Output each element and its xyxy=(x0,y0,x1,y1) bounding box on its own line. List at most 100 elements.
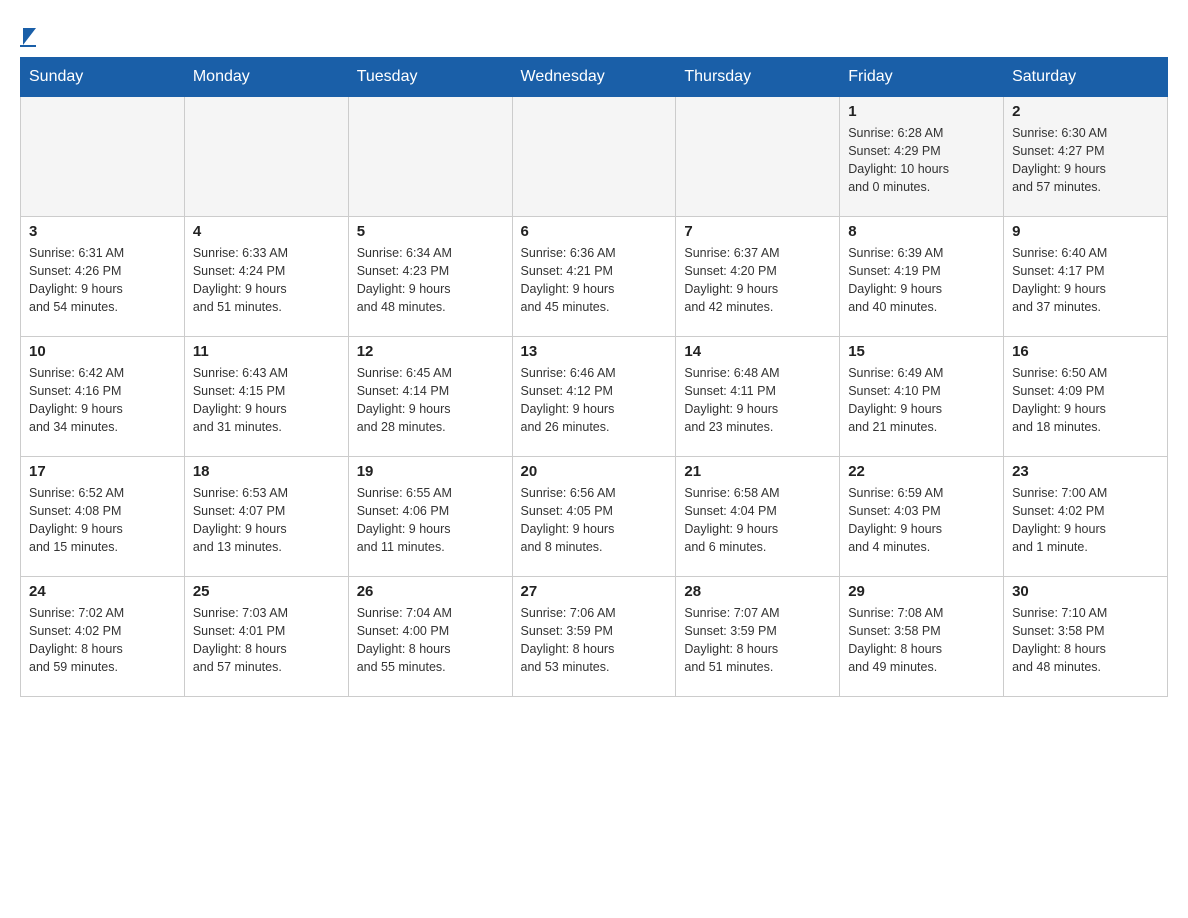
day-number: 12 xyxy=(357,343,504,360)
logo-blue-text xyxy=(20,45,36,47)
day-number: 15 xyxy=(848,343,995,360)
day-number: 25 xyxy=(193,583,340,600)
day-number: 7 xyxy=(684,223,831,240)
day-number: 2 xyxy=(1012,103,1159,120)
day-info: Sunrise: 6:55 AM Sunset: 4:06 PM Dayligh… xyxy=(357,484,504,557)
calendar-cell xyxy=(512,97,676,217)
day-info: Sunrise: 6:40 AM Sunset: 4:17 PM Dayligh… xyxy=(1012,244,1159,317)
day-number: 17 xyxy=(29,463,176,480)
calendar-header-row: SundayMondayTuesdayWednesdayThursdayFrid… xyxy=(21,58,1168,97)
header-monday: Monday xyxy=(184,58,348,97)
day-info: Sunrise: 6:58 AM Sunset: 4:04 PM Dayligh… xyxy=(684,484,831,557)
calendar-cell: 4 Sunrise: 6:33 AM Sunset: 4:24 PM Daylig… xyxy=(184,217,348,337)
day-info: Sunrise: 7:00 AM Sunset: 4:02 PM Dayligh… xyxy=(1012,484,1159,557)
logo-arrow-icon xyxy=(23,28,36,45)
day-info: Sunrise: 6:49 AM Sunset: 4:10 PM Dayligh… xyxy=(848,364,995,437)
day-number: 30 xyxy=(1012,583,1159,600)
day-number: 5 xyxy=(357,223,504,240)
calendar-cell: 16 Sunrise: 6:50 AM Sunset: 4:09 PM Dayli… xyxy=(1004,337,1168,457)
day-number: 24 xyxy=(29,583,176,600)
calendar-cell xyxy=(184,97,348,217)
day-number: 4 xyxy=(193,223,340,240)
day-number: 9 xyxy=(1012,223,1159,240)
day-info: Sunrise: 6:52 AM Sunset: 4:08 PM Dayligh… xyxy=(29,484,176,557)
calendar-cell: 14Sunrise: 6:48 AM Sunset: 4:11 PM Dayli… xyxy=(676,337,840,457)
header-saturday: Saturday xyxy=(1004,58,1168,97)
calendar-week-1: 3Sunrise: 6:31 AM Sunset: 4:26 PM Daylig… xyxy=(21,217,1168,337)
day-info: Sunrise: 6:36 AM Sunset: 4:21 PM Dayligh… xyxy=(521,244,668,317)
calendar-cell: 18Sunrise: 6:53 AM Sunset: 4:07 PM Dayli… xyxy=(184,457,348,577)
calendar-cell: 8Sunrise: 6:39 AM Sunset: 4:19 PM Daylig… xyxy=(840,217,1004,337)
calendar-cell: 7Sunrise: 6:37 AM Sunset: 4:20 PM Daylig… xyxy=(676,217,840,337)
day-info: Sunrise: 7:08 AM Sunset: 3:58 PM Dayligh… xyxy=(848,604,995,677)
logo xyxy=(20,20,36,47)
day-number: 19 xyxy=(357,463,504,480)
calendar-cell: 24 Sunrise: 7:02 AM Sunset: 4:02 PM Dayli… xyxy=(21,577,185,697)
day-number: 1 xyxy=(848,103,995,120)
day-info: Sunrise: 7:02 AM Sunset: 4:02 PM Dayligh… xyxy=(29,604,176,677)
calendar-cell: 11 Sunrise: 6:43 AM Sunset: 4:15 PM Dayli… xyxy=(184,337,348,457)
day-number: 20 xyxy=(521,463,668,480)
calendar-cell: 29 Sunrise: 7:08 AM Sunset: 3:58 PM Dayli… xyxy=(840,577,1004,697)
calendar-week-4: 24 Sunrise: 7:02 AM Sunset: 4:02 PM Dayli… xyxy=(21,577,1168,697)
day-number: 8 xyxy=(848,223,995,240)
header-tuesday: Tuesday xyxy=(348,58,512,97)
day-number: 29 xyxy=(848,583,995,600)
calendar-cell: 20 Sunrise: 6:56 AM Sunset: 4:05 PM Dayli… xyxy=(512,457,676,577)
page-header xyxy=(20,20,1168,47)
day-info: Sunrise: 6:42 AM Sunset: 4:16 PM Dayligh… xyxy=(29,364,176,437)
day-number: 16 xyxy=(1012,343,1159,360)
day-info: Sunrise: 6:33 AM Sunset: 4:24 PM Dayligh… xyxy=(193,244,340,317)
day-number: 13 xyxy=(521,343,668,360)
calendar-cell: 25Sunrise: 7:03 AM Sunset: 4:01 PM Dayli… xyxy=(184,577,348,697)
day-number: 28 xyxy=(684,583,831,600)
calendar-cell xyxy=(676,97,840,217)
day-number: 6 xyxy=(521,223,668,240)
day-number: 22 xyxy=(848,463,995,480)
day-info: Sunrise: 7:07 AM Sunset: 3:59 PM Dayligh… xyxy=(684,604,831,677)
calendar-cell: 6 Sunrise: 6:36 AM Sunset: 4:21 PM Daylig… xyxy=(512,217,676,337)
day-info: Sunrise: 6:34 AM Sunset: 4:23 PM Dayligh… xyxy=(357,244,504,317)
calendar-week-0: 1 Sunrise: 6:28 AM Sunset: 4:29 PM Daylig… xyxy=(21,97,1168,217)
day-info: Sunrise: 6:46 AM Sunset: 4:12 PM Dayligh… xyxy=(521,364,668,437)
day-number: 27 xyxy=(521,583,668,600)
calendar-cell: 15 Sunrise: 6:49 AM Sunset: 4:10 PM Dayli… xyxy=(840,337,1004,457)
calendar-week-3: 17 Sunrise: 6:52 AM Sunset: 4:08 PM Dayli… xyxy=(21,457,1168,577)
day-info: Sunrise: 6:59 AM Sunset: 4:03 PM Dayligh… xyxy=(848,484,995,557)
day-number: 11 xyxy=(193,343,340,360)
header-wednesday: Wednesday xyxy=(512,58,676,97)
day-number: 23 xyxy=(1012,463,1159,480)
day-info: Sunrise: 7:04 AM Sunset: 4:00 PM Dayligh… xyxy=(357,604,504,677)
header-sunday: Sunday xyxy=(21,58,185,97)
calendar-cell: 2Sunrise: 6:30 AM Sunset: 4:27 PM Daylig… xyxy=(1004,97,1168,217)
day-number: 14 xyxy=(684,343,831,360)
day-number: 3 xyxy=(29,223,176,240)
day-number: 26 xyxy=(357,583,504,600)
calendar-cell xyxy=(348,97,512,217)
calendar-cell: 28 Sunrise: 7:07 AM Sunset: 3:59 PM Dayli… xyxy=(676,577,840,697)
day-number: 10 xyxy=(29,343,176,360)
header-thursday: Thursday xyxy=(676,58,840,97)
day-info: Sunrise: 6:45 AM Sunset: 4:14 PM Dayligh… xyxy=(357,364,504,437)
calendar-cell: 10 Sunrise: 6:42 AM Sunset: 4:16 PM Dayli… xyxy=(21,337,185,457)
calendar-week-2: 10 Sunrise: 6:42 AM Sunset: 4:16 PM Dayli… xyxy=(21,337,1168,457)
calendar-cell: 26 Sunrise: 7:04 AM Sunset: 4:00 PM Dayli… xyxy=(348,577,512,697)
day-number: 21 xyxy=(684,463,831,480)
calendar-cell: 13 Sunrise: 6:46 AM Sunset: 4:12 PM Dayli… xyxy=(512,337,676,457)
calendar-cell: 1 Sunrise: 6:28 AM Sunset: 4:29 PM Daylig… xyxy=(840,97,1004,217)
day-info: Sunrise: 6:28 AM Sunset: 4:29 PM Dayligh… xyxy=(848,124,995,197)
calendar-cell: 22 Sunrise: 6:59 AM Sunset: 4:03 PM Dayli… xyxy=(840,457,1004,577)
day-info: Sunrise: 6:56 AM Sunset: 4:05 PM Dayligh… xyxy=(521,484,668,557)
calendar-cell: 9 Sunrise: 6:40 AM Sunset: 4:17 PM Daylig… xyxy=(1004,217,1168,337)
day-info: Sunrise: 6:53 AM Sunset: 4:07 PM Dayligh… xyxy=(193,484,340,557)
calendar-table: SundayMondayTuesdayWednesdayThursdayFrid… xyxy=(20,57,1168,697)
calendar-cell: 27 Sunrise: 7:06 AM Sunset: 3:59 PM Dayli… xyxy=(512,577,676,697)
day-info: Sunrise: 6:43 AM Sunset: 4:15 PM Dayligh… xyxy=(193,364,340,437)
calendar-cell: 30 Sunrise: 7:10 AM Sunset: 3:58 PM Dayli… xyxy=(1004,577,1168,697)
calendar-cell: 19 Sunrise: 6:55 AM Sunset: 4:06 PM Dayli… xyxy=(348,457,512,577)
day-info: Sunrise: 7:10 AM Sunset: 3:58 PM Dayligh… xyxy=(1012,604,1159,677)
header-friday: Friday xyxy=(840,58,1004,97)
day-info: Sunrise: 7:06 AM Sunset: 3:59 PM Dayligh… xyxy=(521,604,668,677)
day-info: Sunrise: 6:50 AM Sunset: 4:09 PM Dayligh… xyxy=(1012,364,1159,437)
calendar-cell: 23 Sunrise: 7:00 AM Sunset: 4:02 PM Dayli… xyxy=(1004,457,1168,577)
